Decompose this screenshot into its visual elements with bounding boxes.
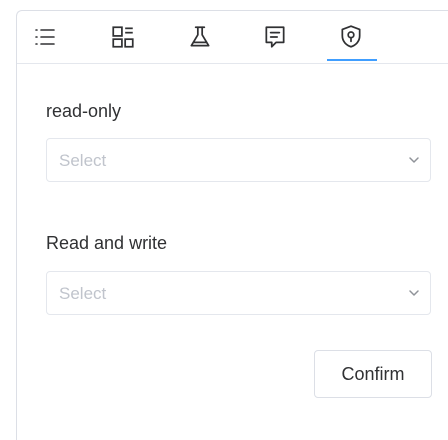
- tab-experiment[interactable]: [186, 23, 214, 51]
- read-only-select[interactable]: Select: [46, 138, 431, 182]
- active-tab-indicator: [327, 59, 377, 61]
- read-write-select[interactable]: Select: [46, 271, 431, 315]
- tab-permissions[interactable]: [337, 23, 365, 51]
- tab-list[interactable]: [31, 23, 59, 51]
- message-icon: [265, 26, 285, 48]
- permissions-panel: read-only Select Read and write Select C…: [16, 10, 448, 440]
- chevron-down-icon: [409, 157, 419, 163]
- tab-dashboard[interactable]: [109, 23, 137, 51]
- tab-bar: [17, 11, 448, 64]
- read-only-label: read-only: [46, 101, 122, 121]
- flask-icon: [190, 26, 210, 47]
- chevron-down-icon: [409, 290, 419, 296]
- shield-icon: [341, 25, 361, 48]
- dashboard-icon: [112, 26, 134, 48]
- tab-messages[interactable]: [261, 23, 289, 51]
- confirm-button[interactable]: Confirm: [314, 350, 432, 398]
- read-only-select-placeholder: Select: [59, 151, 107, 170]
- list-icon: [35, 29, 55, 45]
- read-write-select-placeholder: Select: [59, 284, 107, 303]
- read-write-label: Read and write: [46, 233, 168, 253]
